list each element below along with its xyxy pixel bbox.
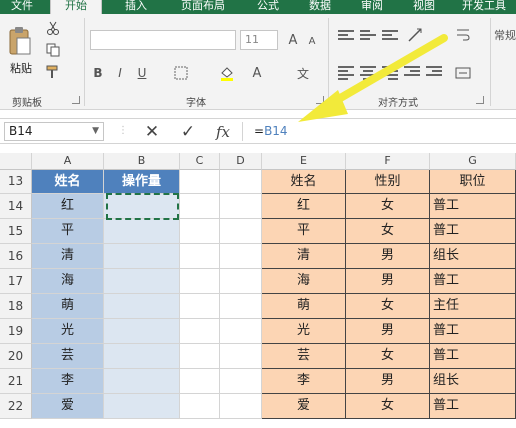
excel-window: 文件 开始 插入 页面布局 公式 数据 审阅 视图 开发工具 粘贴 剪贴板 11… — [0, 0, 516, 428]
annotation-arrow-icon — [298, 34, 448, 122]
